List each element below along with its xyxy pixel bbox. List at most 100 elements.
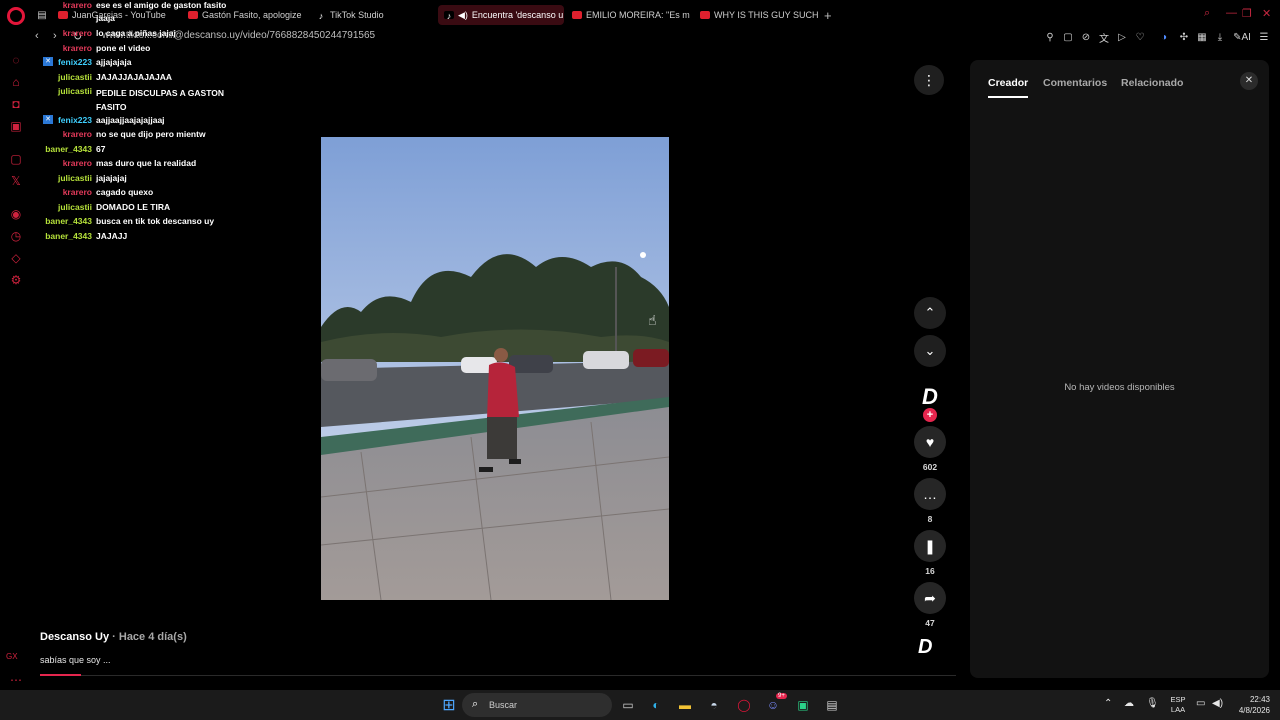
chat-username (40, 13, 96, 24)
settings-icon[interactable]: ⚙ (8, 272, 24, 288)
chat-text: jaaja (96, 13, 115, 23)
twitch-icon[interactable]: ▢ (8, 151, 24, 167)
vpn-icon[interactable]: ◑ (1158, 31, 1170, 43)
volume-icon[interactable]: ◀) (1212, 698, 1223, 709)
android-app-icon[interactable]: ▣ (794, 696, 812, 714)
chat-text: lo caga a piñas jajaj (96, 28, 176, 38)
search-icon: ⌕ (472, 698, 479, 710)
chat-username: julicastii (57, 86, 92, 96)
comment-action[interactable]: … 8 (914, 478, 946, 524)
pin-icon[interactable]: ⚲ (1044, 31, 1056, 43)
aria-ai-icon[interactable]: ✎AI (1232, 31, 1252, 43)
restore-button[interactable]: ❐ (1242, 7, 1252, 20)
tiktok-icon: ♪ (316, 11, 326, 21)
chat-message: julicastii JAJAJJAJAJAJAA (40, 72, 172, 83)
sound-disc-icon[interactable]: D (918, 636, 932, 659)
new-tab-button[interactable]: + (824, 8, 832, 23)
tab-encuentra-descanso[interactable]: ♪ ◀) Encuentra 'descanso u (438, 5, 564, 25)
close-panel-button[interactable]: ✕ (1240, 72, 1258, 90)
language-code: ESP (1170, 695, 1186, 704)
calculator-icon[interactable]: ▤ (823, 696, 841, 714)
task-view-icon[interactable]: ▭ (619, 696, 637, 714)
creator-avatar[interactable]: D (917, 384, 943, 410)
search-label: Buscar (489, 700, 518, 710)
opera-logo-icon[interactable] (7, 7, 25, 25)
chat-text: busca en tik tok descanso uy (96, 216, 215, 226)
cloud-icon[interactable]: ☁ (1124, 698, 1134, 709)
tab-why-is-this-guy[interactable]: WHY IS THIS GUY SUCH A (700, 5, 818, 25)
next-video-button[interactable]: ⌄ (914, 335, 946, 367)
x-twitter-icon[interactable]: 𝕏 (8, 173, 24, 189)
clock-date: 4/8/2026 (1238, 706, 1270, 715)
steam-icon[interactable]: ◓ (705, 696, 723, 714)
tab-tiktok-studio[interactable]: ♪ TikTok Studio (316, 5, 426, 25)
more-options-button[interactable]: ⋮ (914, 65, 944, 95)
chat-message: krarero mas duro que la realidad (40, 158, 196, 169)
edge-icon[interactable]: ◐ (647, 696, 665, 714)
tab-creador[interactable]: Creador (988, 77, 1028, 89)
language-indicator[interactable]: ESP LAA (1168, 695, 1188, 715)
aria-icon[interactable]: ◌ (8, 52, 24, 68)
windows-start-icon[interactable]: ⊞ (440, 696, 458, 714)
chat-text: no se que dijo pero mientw (96, 129, 206, 139)
share-count: 47 (925, 618, 935, 628)
video-caption[interactable]: sabías que soy ... (40, 655, 111, 665)
play-icon[interactable]: ▷ (1116, 31, 1128, 43)
share-icon[interactable]: ➦ (914, 582, 946, 614)
previous-video-button[interactable]: ⌃ (914, 297, 946, 329)
player-icon[interactable]: ◉ (8, 206, 24, 222)
taskbar-search[interactable]: ⌕ Buscar (462, 693, 612, 717)
chat-username: julicastii (57, 202, 92, 212)
chat-text: 67 (96, 144, 106, 154)
bookmark-icon[interactable]: ❚ (914, 530, 946, 562)
opera-gx-taskbar-icon[interactable]: ◯ (735, 696, 753, 714)
minimize-button[interactable]: — (1226, 7, 1237, 19)
twitter-badge-icon: ✕ (43, 57, 53, 66)
post-time: · Hace 4 día(s) (112, 631, 187, 643)
download-icon[interactable]: ⤓ (1214, 31, 1226, 43)
close-window-button[interactable]: ✕ (1262, 7, 1271, 20)
tab-relacionado[interactable]: Relacionado (1121, 77, 1183, 89)
gx-label: GX (6, 652, 18, 661)
back-button[interactable]: ‹ (35, 30, 39, 42)
creator-name[interactable]: Descanso Uy (40, 631, 109, 643)
search-tabs-icon[interactable]: ⌕ (1204, 7, 1210, 20)
chat-text: ajjajajaja (96, 57, 132, 67)
like-action[interactable]: ♥ 602 (914, 426, 946, 472)
save-action[interactable]: ❚ 16 (914, 530, 946, 576)
video-player[interactable] (321, 137, 669, 600)
follow-button[interactable]: + (923, 408, 937, 422)
shopping-icon[interactable]: ⌂ (8, 74, 24, 90)
file-explorer-icon[interactable]: ▬ (676, 696, 694, 714)
tab-comentarios[interactable]: Comentarios (1043, 77, 1107, 89)
chat-message: julicastii DOMADO LE TIRA (40, 202, 170, 213)
speaker-icon[interactable]: ◀) (458, 10, 468, 21)
translate-icon[interactable]: 文 (1098, 31, 1110, 45)
extensions-puzzle-icon[interactable]: ✣ (1178, 31, 1190, 43)
save-count: 16 (925, 566, 935, 576)
history-icon[interactable]: ◷ (8, 228, 24, 244)
tab-emilio-moreira[interactable]: EMILIO MOREIRA: "Es muy (572, 5, 690, 25)
microphone-icon[interactable]: 🎙 (1146, 698, 1159, 709)
chat-message: krarero cagado quexo (40, 187, 153, 198)
show-hidden-icons-icon[interactable]: ⌃ (1104, 698, 1112, 709)
share-action[interactable]: ➦ 47 (914, 582, 946, 628)
chat-text: JAJAJJAJAJAJAA (96, 72, 173, 82)
youtube-icon (572, 11, 582, 19)
discord-badge: 9+ (776, 693, 787, 699)
menu-icon[interactable]: ☰ (1258, 31, 1270, 43)
system-clock[interactable]: 22:43 4/8/2026 (1226, 694, 1270, 716)
heart-icon[interactable]: ♡ (1134, 31, 1146, 43)
gmail-icon[interactable]: ▣ (8, 118, 24, 134)
more-icon[interactable]: ⋯ (8, 672, 24, 688)
extensions-icon[interactable]: ◇ (8, 250, 24, 266)
comment-icon[interactable]: … (914, 478, 946, 510)
hand-cursor-icon: ☝ (648, 312, 657, 328)
adblock-icon[interactable]: ⊘ (1080, 31, 1092, 43)
heart-icon[interactable]: ♥ (914, 426, 946, 458)
messenger-icon[interactable]: ◘ (8, 96, 24, 112)
network-icon[interactable]: ▭ (1196, 698, 1205, 709)
wallet-icon[interactable]: ▦ (1196, 31, 1208, 43)
video-progress-bar[interactable] (40, 674, 956, 676)
snapshot-icon[interactable]: ▢ (1062, 31, 1074, 43)
